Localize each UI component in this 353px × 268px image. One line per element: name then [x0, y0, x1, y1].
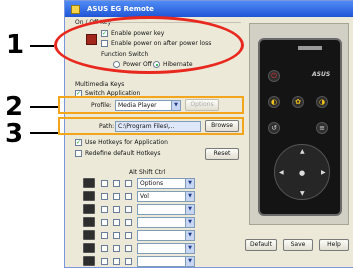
- ctrl-checkbox[interactable]: [125, 219, 132, 226]
- callout-1-ellipse: [54, 16, 244, 74]
- alt-checkbox[interactable]: [101, 245, 108, 252]
- title-bar: ASUS EG Remote: [65, 1, 353, 17]
- key-icon: [83, 243, 95, 253]
- shift-checkbox[interactable]: [113, 206, 120, 213]
- callout-1-pointer: [30, 45, 54, 47]
- key-icon: [83, 178, 95, 188]
- hotkey-value: Vol: [140, 193, 149, 200]
- remote-key-2-icon[interactable]: ✿: [292, 96, 304, 108]
- shift-checkbox[interactable]: [113, 219, 120, 226]
- remote-dpad[interactable]: ▲ ▼ ◀ ▶ ●: [274, 144, 330, 200]
- key-icon: [83, 217, 95, 227]
- dpad-right-icon: ▶: [321, 169, 326, 176]
- hotkey-dropdown[interactable]: ▼: [137, 256, 195, 267]
- redefine-hotkeys-checkbox[interactable]: [75, 150, 82, 157]
- callout-3-pointer: [30, 132, 58, 134]
- chevron-down-icon: ▼: [185, 179, 194, 188]
- ctrl-checkbox[interactable]: [125, 193, 132, 200]
- key-icon: [83, 256, 95, 266]
- dpad-left-icon: ◀: [279, 169, 284, 176]
- hotkey-dropdown[interactable]: ▼: [137, 217, 195, 228]
- remote-ir-slot: [298, 46, 322, 50]
- ctrl-checkbox[interactable]: [125, 245, 132, 252]
- hotkey-dropdown[interactable]: ▼: [137, 243, 195, 254]
- hotkey-dropdown[interactable]: ▼: [137, 204, 195, 215]
- callout-3: 3: [5, 119, 24, 149]
- alt-checkbox[interactable]: [101, 258, 108, 265]
- default-button[interactable]: Default: [245, 239, 277, 251]
- ctrl-checkbox[interactable]: [125, 180, 132, 187]
- key-icon: [83, 204, 95, 214]
- chevron-down-icon: ▼: [185, 244, 194, 253]
- hotkey-table-header: Alt Shift Ctrl: [129, 169, 166, 176]
- redefine-hotkeys-label: Redefine default Hotkeys: [85, 150, 161, 157]
- ctrl-checkbox[interactable]: [125, 232, 132, 239]
- chevron-down-icon: ▼: [185, 192, 194, 201]
- alt-checkbox[interactable]: [101, 180, 108, 187]
- hotkey-dropdown[interactable]: Vol ▼: [137, 191, 195, 202]
- callout-2-pointer: [30, 106, 58, 108]
- remote-preview: ⏻ ASUS ◐ ✿ ◑ ↺ ≡ ▲ ▼ ◀ ▶ ●: [249, 23, 349, 225]
- window-title: ASUS EG Remote: [87, 5, 154, 13]
- use-hotkeys-label: Use Hotkeys for Application: [85, 139, 168, 146]
- app-icon: [71, 5, 80, 14]
- hotkey-value: Options: [140, 180, 164, 187]
- alt-checkbox[interactable]: [101, 219, 108, 226]
- multimedia-group-label: Multimedia Keys: [75, 81, 125, 88]
- remote-key-menu-icon[interactable]: ≡: [316, 122, 328, 134]
- alt-checkbox[interactable]: [101, 193, 108, 200]
- alt-checkbox[interactable]: [101, 206, 108, 213]
- dpad-down-icon: ▼: [300, 190, 305, 197]
- dpad-center-icon: ●: [299, 169, 306, 177]
- remote-key-back-icon[interactable]: ↺: [268, 122, 280, 134]
- remote-brand: ASUS: [312, 71, 331, 78]
- key-icon: [83, 230, 95, 240]
- ctrl-checkbox[interactable]: [125, 258, 132, 265]
- remote-body: ⏻ ASUS ◐ ✿ ◑ ↺ ≡ ▲ ▼ ◀ ▶ ●: [258, 38, 342, 216]
- chevron-down-icon: ▼: [185, 231, 194, 240]
- remote-key-3-icon[interactable]: ◑: [316, 96, 328, 108]
- alt-checkbox[interactable]: [101, 232, 108, 239]
- shift-checkbox[interactable]: [113, 245, 120, 252]
- callout-3-box: [58, 117, 244, 135]
- chevron-down-icon: ▼: [185, 218, 194, 227]
- save-button[interactable]: Save: [283, 239, 313, 251]
- shift-checkbox[interactable]: [113, 258, 120, 265]
- key-icon: [83, 191, 95, 201]
- remote-key-1-icon[interactable]: ◐: [268, 96, 280, 108]
- hotkey-dropdown[interactable]: ▼: [137, 230, 195, 241]
- shift-checkbox[interactable]: [113, 180, 120, 187]
- chevron-down-icon: ▼: [185, 257, 194, 266]
- callout-2: 2: [5, 92, 24, 122]
- shift-checkbox[interactable]: [113, 232, 120, 239]
- help-button[interactable]: Help: [319, 239, 349, 251]
- use-hotkeys-checkbox[interactable]: ✓: [75, 139, 82, 146]
- hotkey-dropdown[interactable]: Options ▼: [137, 178, 195, 189]
- callout-2-box: [58, 96, 244, 114]
- shift-checkbox[interactable]: [113, 193, 120, 200]
- dpad-up-icon: ▲: [300, 148, 305, 155]
- reset-button[interactable]: Reset: [205, 148, 239, 160]
- callout-1: 1: [6, 30, 25, 60]
- chevron-down-icon: ▼: [185, 205, 194, 214]
- ctrl-checkbox[interactable]: [125, 206, 132, 213]
- remote-power-icon[interactable]: ⏻: [268, 70, 280, 82]
